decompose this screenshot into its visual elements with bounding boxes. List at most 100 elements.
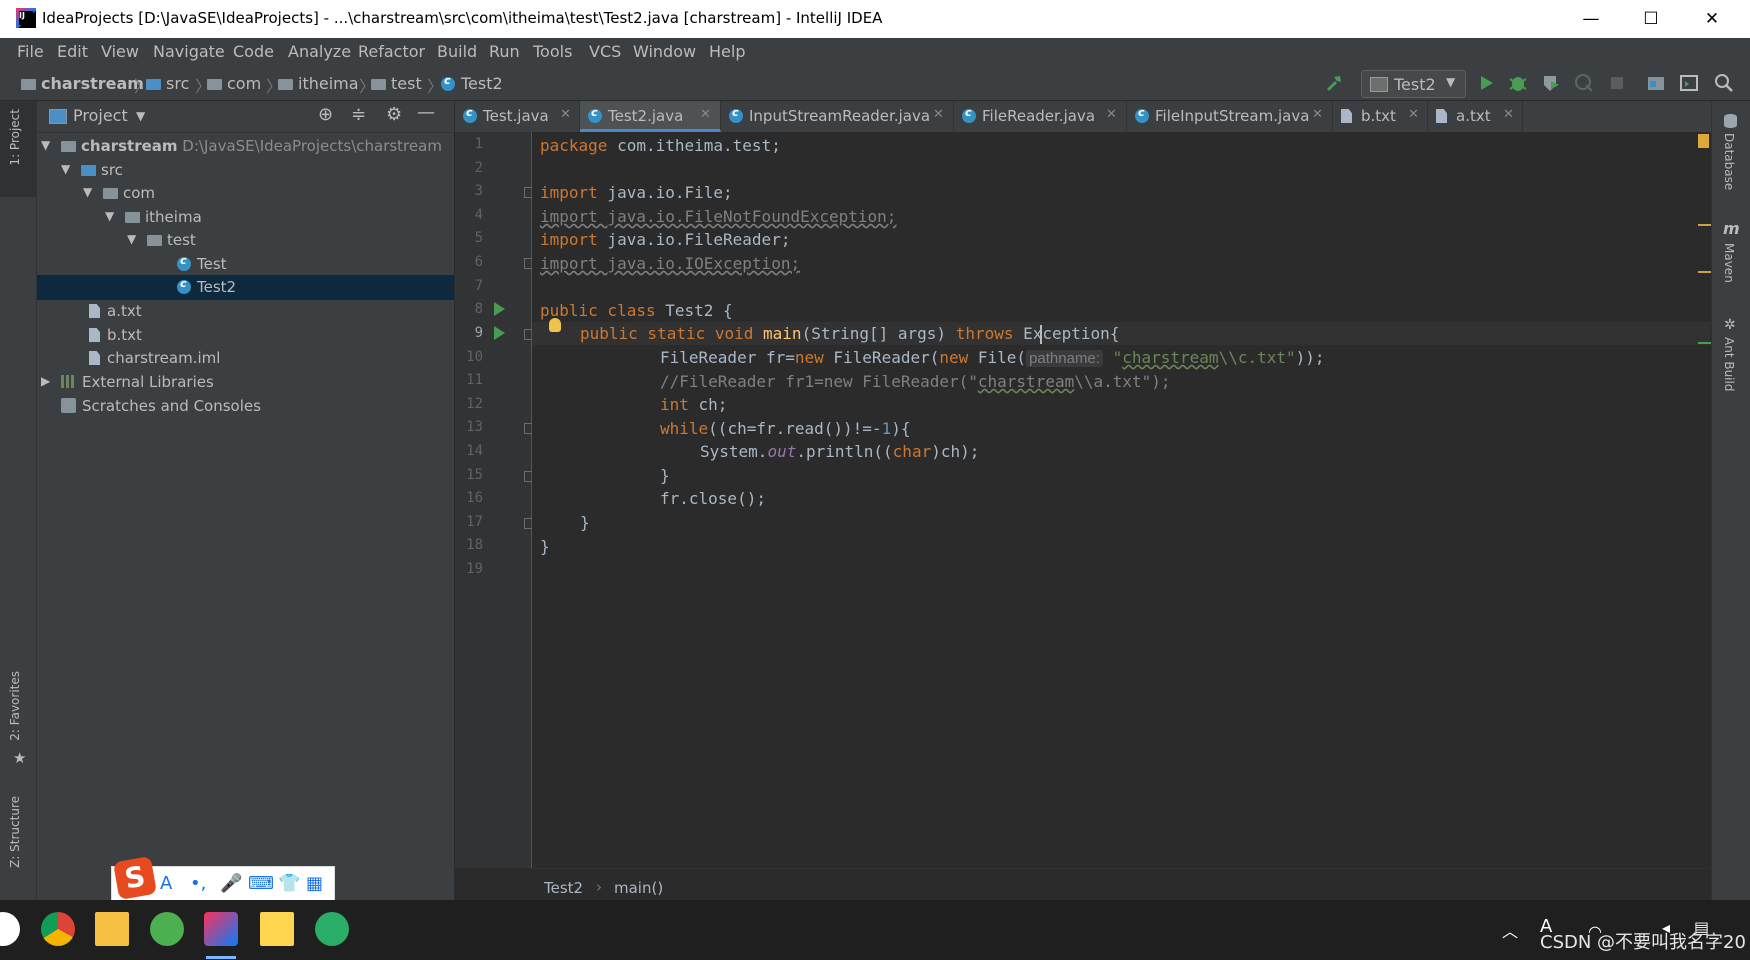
tree-item-src[interactable]: ▼ src xyxy=(37,158,454,183)
close-tab-icon[interactable]: ✕ xyxy=(1106,107,1117,122)
tab-test2-java[interactable]: Test2.java✕ xyxy=(580,101,721,132)
code-line-1: package com.itheima.test; xyxy=(540,136,781,155)
menu-help[interactable]: Help xyxy=(709,42,745,61)
terminal-icon[interactable] xyxy=(1679,73,1699,93)
tree-item-b-txt[interactable]: b.txt xyxy=(37,323,454,348)
crumb-com[interactable]: com xyxy=(207,74,261,93)
locate-file-icon[interactable]: ⊕ xyxy=(318,104,333,125)
inspection-status-icon[interactable] xyxy=(1698,134,1709,148)
ant-build-tool-tab[interactable]: Ant Build xyxy=(1722,337,1736,391)
project-structure-icon[interactable] xyxy=(1646,73,1666,93)
search-icon[interactable] xyxy=(1714,73,1734,93)
tree-item-test2-class[interactable]: Test2 xyxy=(37,275,454,300)
language-icon[interactable]: A xyxy=(160,873,172,894)
database-tool-tab[interactable]: Database xyxy=(1722,133,1736,190)
toolbox-icon[interactable]: ▦ xyxy=(306,873,323,894)
project-view-title[interactable]: Project xyxy=(73,106,128,125)
chevron-down-icon[interactable]: ▼ xyxy=(136,109,145,123)
run-config-select[interactable]: Test2 ▼ xyxy=(1361,70,1466,98)
notepad-icon[interactable] xyxy=(260,912,294,946)
coverage-icon[interactable] xyxy=(1541,73,1561,93)
intellij-taskbar-icon[interactable] xyxy=(204,912,238,946)
tab-test-java[interactable]: Test.java✕ xyxy=(455,101,580,132)
crumb-src[interactable]: src xyxy=(146,74,189,93)
close-tab-icon[interactable]: ✕ xyxy=(560,107,571,122)
code-editor[interactable]: package com.itheima.test; import java.io… xyxy=(532,132,1710,868)
browser-icon[interactable] xyxy=(150,912,184,946)
debug-icon[interactable] xyxy=(1508,73,1528,93)
editor-crumb-method[interactable]: main() xyxy=(614,879,663,897)
close-tab-icon[interactable]: ✕ xyxy=(700,107,711,122)
chrome-icon[interactable] xyxy=(41,912,75,946)
build-hammer-icon[interactable] xyxy=(1324,73,1344,93)
menu-code[interactable]: Code xyxy=(233,42,274,61)
menu-view[interactable]: View xyxy=(101,42,139,61)
text-file-icon xyxy=(89,328,100,342)
minimize-button[interactable]: — xyxy=(1562,0,1620,38)
crumb-itheima[interactable]: itheima xyxy=(278,74,359,93)
editor-crumb-class[interactable]: Test2 xyxy=(544,879,583,897)
crumb-test[interactable]: test xyxy=(371,74,422,93)
collapse-all-icon[interactable]: ≑ xyxy=(351,104,366,125)
menu-navigate[interactable]: Navigate xyxy=(153,42,225,61)
keyboard-icon[interactable]: ⌨ xyxy=(248,873,274,894)
tab-a-txt[interactable]: a.txt ✕ xyxy=(1428,101,1523,132)
run-icon[interactable] xyxy=(1476,73,1496,93)
close-button[interactable]: ✕ xyxy=(1683,0,1741,38)
stop-icon[interactable] xyxy=(1607,73,1627,93)
gear-icon[interactable]: ⚙ xyxy=(386,104,402,125)
sogou-logo[interactable]: S xyxy=(112,855,158,901)
text-caret xyxy=(1040,325,1042,344)
close-tab-icon[interactable]: ✕ xyxy=(933,107,944,122)
app-icon[interactable] xyxy=(0,912,20,946)
tree-item-external-libraries[interactable]: ▶ External Libraries xyxy=(37,370,454,395)
tree-item-test[interactable]: ▼ test xyxy=(37,228,454,253)
wechat-icon[interactable] xyxy=(315,912,349,946)
menu-build[interactable]: Build xyxy=(437,42,477,61)
close-tab-icon[interactable]: ✕ xyxy=(1408,107,1419,122)
maven-tool-tab[interactable]: Maven xyxy=(1722,243,1736,283)
file-explorer-icon[interactable] xyxy=(95,912,129,946)
run-config-icon xyxy=(1370,77,1388,92)
scroll-marker[interactable] xyxy=(1698,342,1712,344)
profile-icon[interactable] xyxy=(1574,73,1594,93)
tree-item-a-txt[interactable]: a.txt xyxy=(37,299,454,324)
tree-item-itheima[interactable]: ▼ itheima xyxy=(37,205,454,230)
menu-refactor[interactable]: Refactor xyxy=(358,42,425,61)
crumb-test2[interactable]: Test2 xyxy=(441,74,503,93)
tree-item-charstream[interactable]: ▼ charstream D:\JavaSE\IdeaProjects\char… xyxy=(37,134,454,159)
lightbulb-icon[interactable] xyxy=(549,318,561,332)
tab-b-txt[interactable]: b.txt ✕ xyxy=(1333,101,1428,132)
favorites-tool-tab[interactable]: 2: Favorites xyxy=(8,671,22,741)
menu-analyze[interactable]: Analyze xyxy=(288,42,351,61)
menu-tools[interactable]: Tools xyxy=(533,42,572,61)
menu-file[interactable]: File xyxy=(17,42,44,61)
skin-icon[interactable]: 👕 xyxy=(278,873,300,894)
project-tool-tab[interactable]: 1: Project xyxy=(0,101,36,197)
crumb-project[interactable]: charstream xyxy=(21,74,144,93)
menu-run[interactable]: Run xyxy=(489,42,520,61)
package-icon xyxy=(278,79,293,90)
menu-window[interactable]: Window xyxy=(633,42,696,61)
menu-edit[interactable]: Edit xyxy=(57,42,88,61)
scroll-marker[interactable] xyxy=(1698,271,1712,273)
tab-filereader-java[interactable]: FileReader.java✕ xyxy=(954,101,1127,132)
scroll-marker[interactable] xyxy=(1698,224,1712,226)
tree-item-iml[interactable]: charstream.iml xyxy=(37,346,454,371)
run-main-icon[interactable] xyxy=(494,326,505,340)
menu-vcs[interactable]: VCS xyxy=(589,42,621,61)
tab-inputstreamreader-java[interactable]: InputStreamReader.java✕ xyxy=(721,101,954,132)
tab-fileinputstream-java[interactable]: FileInputStream.java✕ xyxy=(1127,101,1333,132)
tree-item-scratches[interactable]: Scratches and Consoles xyxy=(37,394,454,419)
close-tab-icon[interactable]: ✕ xyxy=(1503,107,1514,122)
punctuation-icon[interactable]: •, xyxy=(190,873,206,894)
structure-tool-tab[interactable]: Z: Structure xyxy=(8,796,22,868)
chevron-up-icon[interactable]: ︿ xyxy=(1502,918,1518,942)
tree-item-test-class[interactable]: Test xyxy=(37,252,454,277)
hide-panel-icon[interactable]: — xyxy=(417,102,435,123)
tree-item-com[interactable]: ▼ com xyxy=(37,181,454,206)
run-class-icon[interactable] xyxy=(494,302,505,316)
maximize-button[interactable]: ☐ xyxy=(1622,0,1680,38)
microphone-icon[interactable]: 🎤 xyxy=(220,873,242,894)
close-tab-icon[interactable]: ✕ xyxy=(1312,107,1323,122)
